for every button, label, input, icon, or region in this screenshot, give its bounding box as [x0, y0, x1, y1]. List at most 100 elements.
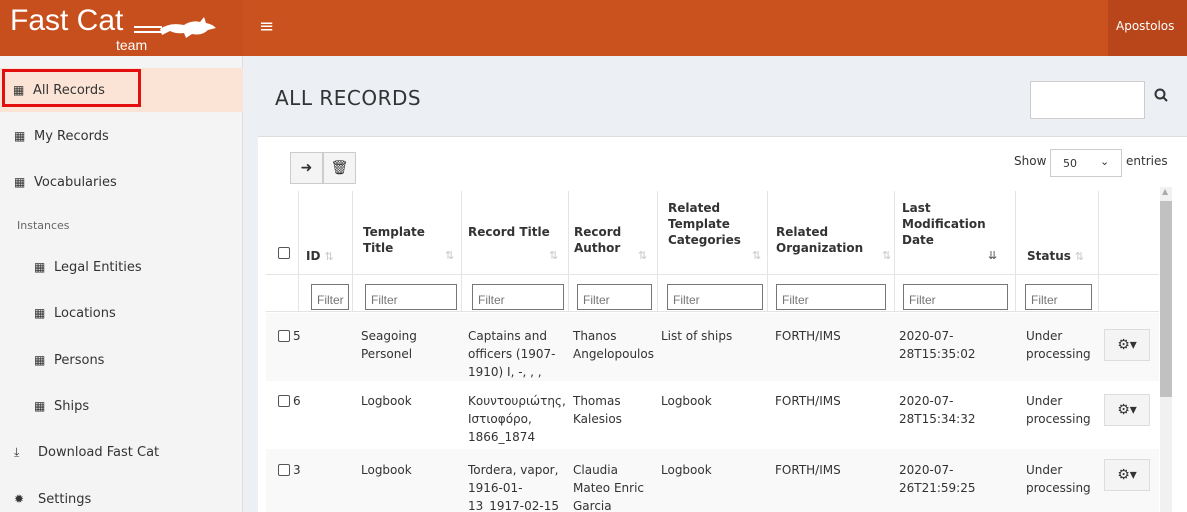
cell-author: Thomas Kalesios	[573, 394, 622, 426]
scroll-thumb[interactable]	[1160, 201, 1172, 397]
row-checkbox[interactable]	[278, 330, 290, 342]
sidebar-item-label: Legal Entities	[54, 259, 142, 275]
cell-template: Logbook	[361, 463, 412, 477]
filter-related-organization[interactable]	[776, 284, 886, 310]
cell-status: Under processing	[1026, 329, 1091, 361]
sidebar-item-settings[interactable]: ✹ Settings	[0, 477, 243, 512]
column-divider	[1098, 191, 1099, 311]
cell-template: Seagoing Personel	[361, 329, 417, 361]
top-navbar: Fast Cat team ≡ Apostolos	[0, 0, 1187, 56]
highlight-box	[2, 69, 141, 107]
show-label: Show	[1014, 154, 1047, 168]
cell-status: Under processing	[1026, 463, 1091, 495]
th-related-organization[interactable]: Related Organization ⇅	[776, 224, 891, 262]
th-status[interactable]: Status ⇅	[1027, 248, 1084, 265]
table-icon: ▦	[14, 129, 26, 143]
sidebar-item-label: Download Fast Cat	[38, 444, 160, 460]
th-record-author[interactable]: Record Author ⇅	[574, 224, 654, 262]
cell-id: 3	[293, 463, 301, 477]
gear-icon[interactable]: ⚙▾	[1104, 459, 1150, 491]
logo-text: Fast Cat	[10, 4, 124, 37]
th-template-title[interactable]: Template Title ⇅	[363, 224, 454, 262]
cell-record-title[interactable]: Captains and officers (1907-1910) I, -, …	[468, 327, 566, 381]
records-table-box: ➜ 🗑 Show 50 ⌄ entries ID ⇅ Template Title…	[258, 136, 1187, 512]
cell-categories: List of ships	[661, 329, 733, 343]
column-divider	[657, 191, 658, 311]
cell-organization: FORTH/IMS	[775, 394, 841, 408]
sidebar-item-legal-entities[interactable]: ▦ Legal Entities	[0, 245, 243, 289]
scroll-up-icon[interactable]: ▲	[1162, 187, 1168, 196]
cell-date: 2020-07-28T15:34:32	[899, 394, 976, 426]
column-divider	[568, 191, 569, 311]
search-icon[interactable]	[1146, 88, 1176, 112]
trash-icon[interactable]: 🗑	[323, 152, 356, 184]
sidebar-item-label: Persons	[54, 352, 105, 368]
sidebar-item-ships[interactable]: ▦ Ships	[0, 384, 243, 428]
chevron-down-icon: ⌄	[1100, 155, 1110, 168]
sidebar-section-header: Instances	[17, 219, 70, 232]
th-id[interactable]: ID ⇅	[306, 248, 334, 265]
sidebar: ▦ All Records ▦ My Records ▦ Vocabularie…	[0, 56, 243, 512]
download-icon: ⤓	[14, 444, 20, 459]
sidebar-item-label: Settings	[38, 491, 92, 507]
cell-id: 5	[293, 329, 301, 343]
sidebar-item-my-records[interactable]: ▦ My Records	[0, 114, 243, 158]
cell-date: 2020-07-26T21:59:25	[899, 463, 976, 495]
cell-categories: Logbook	[661, 463, 712, 477]
cell-template: Logbook	[361, 394, 412, 408]
export-icon[interactable]: ➜	[290, 152, 323, 184]
cell-id: 6	[293, 394, 301, 408]
entries-label: entries	[1126, 154, 1168, 168]
cell-author: Claudia Mateo Enric Garcia	[573, 463, 645, 512]
filter-status[interactable]	[1025, 284, 1092, 310]
select-all-checkbox[interactable]	[278, 247, 290, 259]
page-title: ALL RECORDS	[275, 86, 422, 110]
row-checkbox[interactable]	[278, 464, 290, 476]
column-divider	[298, 191, 299, 311]
column-divider	[894, 191, 895, 311]
filter-related-template-categories[interactable]	[667, 284, 763, 310]
sidebar-item-label: Vocabularies	[34, 174, 117, 190]
row-divider	[266, 311, 1159, 312]
table-icon: ▦	[34, 353, 46, 367]
cell-record-title[interactable]: Tordera, vapor, 1916-01-13_1917-02-15	[468, 461, 570, 512]
user-name: Apostolos	[1116, 19, 1175, 33]
table-icon: ▦	[14, 175, 26, 189]
menu-icon[interactable]: ≡	[259, 15, 277, 39]
sidebar-item-locations[interactable]: ▦ Locations	[0, 291, 243, 335]
cell-organization: FORTH/IMS	[775, 463, 841, 477]
column-divider	[461, 191, 462, 311]
search-input[interactable]	[1030, 81, 1145, 119]
entries-select[interactable]: 50	[1050, 149, 1122, 177]
filter-id[interactable]	[311, 284, 349, 310]
filter-template-title[interactable]	[365, 284, 457, 310]
cell-record-title[interactable]: Κουντουριώτης, Ιστιοφόρο, 1866_1874	[468, 392, 570, 446]
sidebar-item-download[interactable]: ⤓ Download Fast Cat	[0, 430, 243, 474]
sidebar-item-persons[interactable]: ▦ Persons	[0, 338, 243, 382]
sidebar-item-vocabularies[interactable]: ▦ Vocabularies	[0, 160, 243, 204]
table-icon: ▦	[34, 306, 46, 320]
column-divider	[767, 191, 768, 311]
column-divider	[1015, 191, 1016, 311]
cell-organization: FORTH/IMS	[775, 329, 841, 343]
filter-record-author[interactable]	[577, 284, 652, 310]
cell-categories: Logbook	[661, 394, 712, 408]
sidebar-item-label: Locations	[54, 305, 116, 321]
gear-icon[interactable]: ⚙▾	[1104, 394, 1150, 426]
th-related-template-categories[interactable]: Related Template Categories ⇅	[668, 200, 763, 262]
table-scrollbar[interactable]: ▲	[1160, 187, 1172, 512]
cog-icon: ✹	[14, 492, 25, 506]
th-last-modification-date[interactable]: Last Modification Date ⇊	[902, 200, 998, 262]
th-record-title[interactable]: Record Title ⇅	[468, 224, 558, 262]
filter-record-title[interactable]	[472, 284, 564, 310]
column-divider	[352, 191, 353, 311]
user-menu[interactable]: Apostolos	[1108, 0, 1187, 56]
cell-date: 2020-07-28T15:35:02	[899, 329, 976, 361]
logo[interactable]: Fast Cat team	[0, 0, 243, 56]
row-checkbox[interactable]	[278, 395, 290, 407]
sidebar-item-label: Ships	[54, 398, 90, 414]
filter-last-modification-date[interactable]	[903, 284, 1008, 310]
gear-icon[interactable]: ⚙▾	[1104, 329, 1150, 361]
table-icon: ▦	[34, 260, 46, 274]
logo-subtitle: team	[116, 37, 148, 53]
